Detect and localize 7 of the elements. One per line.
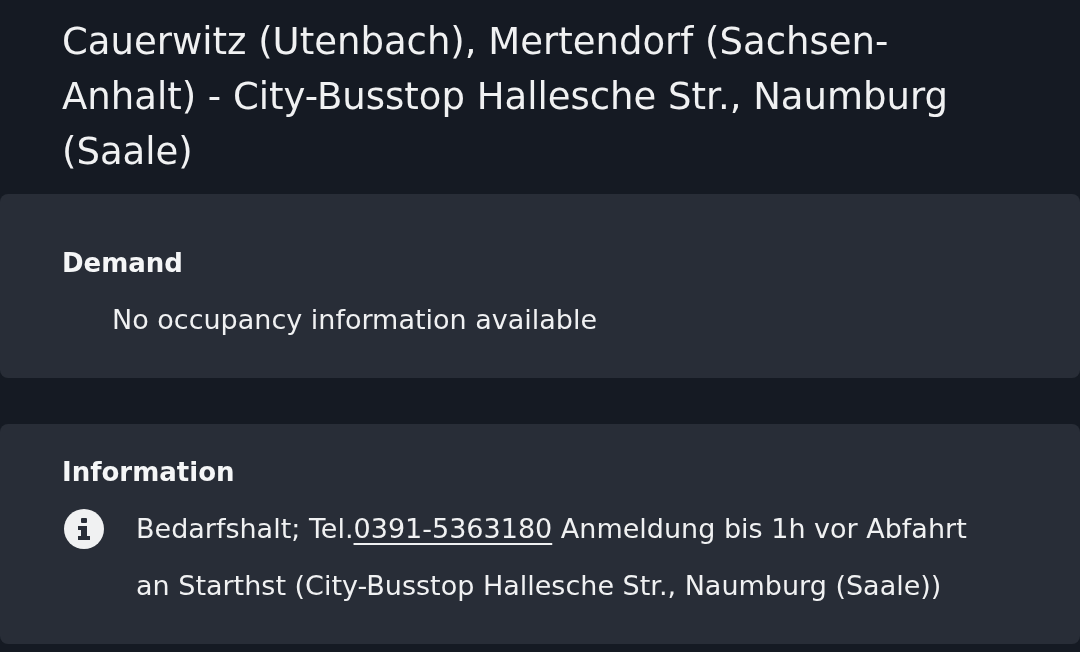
occupancy-text: No occupancy information available: [112, 303, 599, 337]
info-icon: [64, 509, 104, 549]
phone-link[interactable]: 0391-5363180: [353, 513, 553, 544]
information-text: Bedarfshalt; Tel.0391-5363180 Anmeldung bis 1h vor Abfahrt an Starthst (City-Busstop Hallesche Str., Naumburg (Saale)): [136, 512, 968, 603]
section-heading: Information: [62, 456, 236, 489]
section-heading: Demand: [62, 247, 184, 280]
route-title: Cauerwitz (Utenbach), Mertendorf (Sachsen-Anhalt) - City-Busstop Hallesche Str., Naumburg (Saale): [61, 19, 949, 175]
